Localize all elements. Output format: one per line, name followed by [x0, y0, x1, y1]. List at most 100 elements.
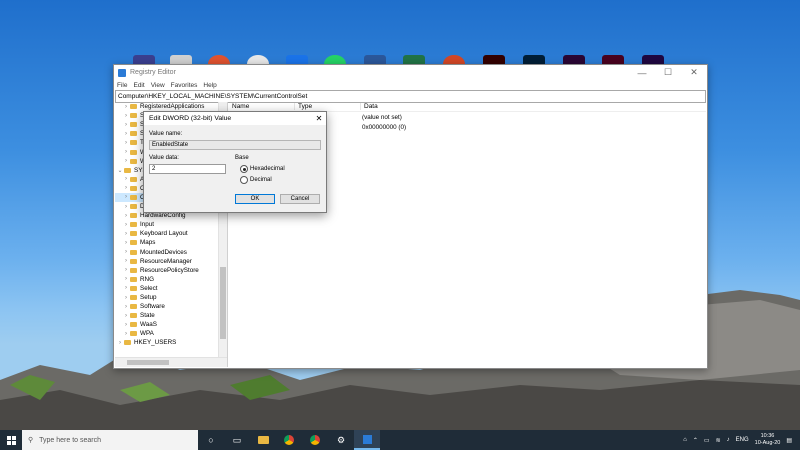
dialog-close-icon[interactable]: ✕: [312, 114, 326, 123]
chevron-right-icon[interactable]: ›: [117, 340, 123, 346]
scroll-thumb-h[interactable]: [127, 360, 169, 365]
chevron-right-icon[interactable]: ›: [123, 213, 129, 219]
tree-item[interactable]: › WPA: [115, 329, 227, 338]
file-explorer-icon[interactable]: [250, 430, 276, 450]
menu-favorites[interactable]: Favorites: [171, 82, 198, 89]
cortana-icon[interactable]: ○: [198, 430, 224, 450]
start-button[interactable]: [0, 430, 22, 450]
decimal-radio[interactable]: Decimal: [240, 176, 272, 184]
clock-time: 10:36: [760, 433, 775, 439]
tree-item[interactable]: › HKEY_USERS: [115, 338, 227, 347]
chevron-right-icon[interactable]: ›: [123, 176, 129, 182]
task-view-icon[interactable]: ▭: [224, 430, 250, 450]
tree-item-label: Select: [140, 284, 158, 292]
tree-item[interactable]: › Select: [115, 284, 227, 293]
hexadecimal-radio[interactable]: Hexadecimal: [240, 165, 285, 173]
value-name-label: Value name:: [149, 131, 183, 137]
chevron-right-icon[interactable]: ›: [123, 331, 129, 337]
minimize-icon[interactable]: —: [629, 68, 655, 78]
tree-horizontal-scrollbar[interactable]: [115, 357, 227, 367]
tree-item[interactable]: › Maps: [115, 238, 227, 247]
chevron-right-icon[interactable]: ›: [123, 149, 129, 155]
folder-icon: [130, 240, 137, 246]
chevron-right-icon[interactable]: ›: [123, 122, 129, 128]
chevron-up-icon[interactable]: ⌃: [693, 437, 698, 444]
chevron-right-icon[interactable]: ›: [123, 204, 129, 210]
tree-item[interactable]: › RegisteredApplications: [115, 102, 227, 111]
chevron-right-icon[interactable]: ›: [123, 249, 129, 255]
chevron-right-icon[interactable]: ›: [123, 222, 129, 228]
tree-item[interactable]: › Software: [115, 302, 227, 311]
menu-edit[interactable]: Edit: [133, 82, 144, 89]
tree-item-label: MountedDevices: [140, 248, 187, 256]
volume-icon[interactable]: ♪: [727, 437, 730, 443]
chevron-down-icon[interactable]: ⌄: [117, 167, 123, 174]
folder-icon: [130, 113, 137, 119]
menu-file[interactable]: File: [117, 82, 127, 89]
folder-icon: [130, 267, 137, 273]
folder-icon: [130, 213, 137, 219]
tree-item[interactable]: › WaaS: [115, 320, 227, 329]
chevron-right-icon[interactable]: ›: [123, 304, 129, 310]
chevron-right-icon[interactable]: ›: [123, 322, 129, 328]
chevron-right-icon[interactable]: ›: [123, 231, 129, 237]
chevron-right-icon[interactable]: ›: [123, 194, 129, 200]
tree-item[interactable]: › Keyboard Layout: [115, 229, 227, 238]
menu-help[interactable]: Help: [203, 82, 216, 89]
folder-icon: [130, 249, 137, 255]
battery-icon[interactable]: ▭: [704, 437, 710, 444]
tree-item[interactable]: › Input: [115, 220, 227, 229]
scroll-thumb[interactable]: [220, 267, 226, 339]
header-data[interactable]: Data: [360, 103, 706, 110]
people-icon[interactable]: ⌂: [683, 437, 687, 443]
tree-item-label: State: [140, 312, 155, 320]
notification-icon[interactable]: ▤: [786, 437, 792, 444]
close-icon[interactable]: ✕: [681, 67, 707, 78]
chevron-right-icon[interactable]: ›: [123, 295, 129, 301]
tree-item-label: HKEY_USERS: [134, 339, 177, 347]
chevron-right-icon[interactable]: ›: [123, 285, 129, 291]
folder-icon: [130, 231, 137, 237]
settings-gear-icon[interactable]: ⚙: [328, 430, 354, 450]
taskbar-search[interactable]: ⚲ Type here to search: [22, 430, 198, 450]
chevron-right-icon[interactable]: ›: [123, 240, 129, 246]
tree-item[interactable]: › MountedDevices: [115, 248, 227, 257]
chevron-right-icon[interactable]: ›: [123, 104, 129, 110]
decimal-label: Decimal: [250, 177, 272, 183]
maximize-icon[interactable]: ☐: [655, 67, 681, 78]
chevron-right-icon[interactable]: ›: [123, 185, 129, 191]
chevron-right-icon[interactable]: ›: [123, 140, 129, 146]
chevron-right-icon[interactable]: ›: [123, 267, 129, 273]
chrome-icon[interactable]: [276, 430, 302, 450]
value-data-input[interactable]: 2: [149, 164, 226, 174]
tree-item[interactable]: › Setup: [115, 293, 227, 302]
tree-item[interactable]: › RNG: [115, 275, 227, 284]
chevron-right-icon[interactable]: ›: [123, 113, 129, 119]
radio-selected-icon: [240, 165, 248, 173]
tree-item[interactable]: › ResourcePolicyStore: [115, 266, 227, 275]
chevron-right-icon[interactable]: ›: [123, 131, 129, 137]
chevron-right-icon[interactable]: ›: [123, 158, 129, 164]
registry-editor-taskbar-icon[interactable]: [354, 430, 380, 450]
ok-button[interactable]: OK: [235, 194, 275, 204]
chevron-right-icon[interactable]: ›: [123, 258, 129, 264]
language-indicator[interactable]: ENG: [736, 437, 749, 443]
tree-item[interactable]: › State: [115, 311, 227, 320]
header-name[interactable]: Name: [228, 103, 294, 110]
folder-icon: [130, 222, 137, 228]
windows-logo-icon: [6, 435, 16, 445]
chrome-alt-icon[interactable]: [302, 430, 328, 450]
folder-icon: [130, 304, 137, 310]
value-name-field: EnabledState: [149, 140, 321, 150]
folder-icon: [130, 194, 137, 200]
folder-icon: [130, 276, 137, 282]
menu-view[interactable]: View: [151, 82, 165, 89]
wifi-icon[interactable]: ≋: [716, 437, 721, 444]
cancel-button[interactable]: Cancel: [280, 194, 320, 204]
chevron-right-icon[interactable]: ›: [123, 276, 129, 282]
chevron-right-icon[interactable]: ›: [123, 313, 129, 319]
header-type[interactable]: Type: [294, 103, 360, 110]
tree-item[interactable]: › ResourceManager: [115, 257, 227, 266]
value-data-label: Value data:: [149, 155, 179, 161]
clock[interactable]: 10:36 10-Aug-20: [755, 433, 781, 447]
